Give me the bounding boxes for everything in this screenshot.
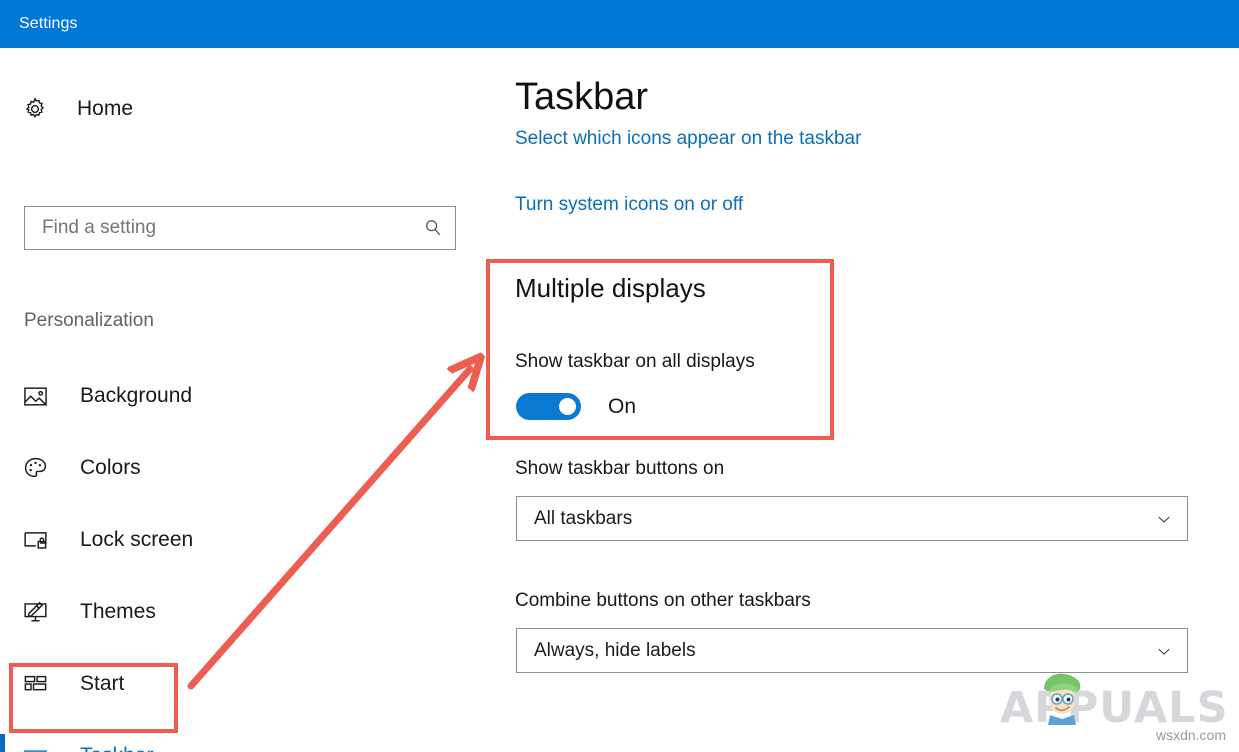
monitor-brush-icon bbox=[22, 597, 56, 627]
gear-icon bbox=[20, 94, 50, 124]
sidebar-item-start[interactable]: Start bbox=[0, 648, 460, 720]
sidebar-item-themes[interactable]: Themes bbox=[0, 576, 460, 648]
sidebar-item-colors-label: Colors bbox=[80, 456, 141, 479]
show-taskbar-all-displays-row: On bbox=[516, 393, 636, 420]
toggle-state-label: On bbox=[608, 394, 637, 418]
label-show-taskbar-all-displays: Show taskbar on all displays bbox=[515, 351, 755, 372]
sidebar-item-background[interactable]: Background bbox=[0, 360, 460, 432]
sidebar-item-start-label: Start bbox=[80, 672, 125, 695]
settings-content-pane: Taskbar Select which icons appear on the… bbox=[480, 48, 1239, 752]
search-input[interactable] bbox=[25, 207, 411, 249]
dropdown-combine-buttons[interactable]: Always, hide labels bbox=[516, 628, 1188, 673]
search-box[interactable] bbox=[24, 206, 456, 250]
picture-icon bbox=[22, 381, 56, 411]
navigation-sidebar: Home Personalization bbox=[0, 48, 480, 752]
sidebar-item-background-label: Background bbox=[80, 384, 193, 407]
link-select-icons[interactable]: Select which icons appear on the taskbar bbox=[515, 128, 861, 150]
sidebar-item-taskbar-label: Taskbar bbox=[80, 744, 154, 752]
link-system-icons[interactable]: Turn system icons on or off bbox=[515, 194, 743, 216]
selected-indicator-bar bbox=[0, 734, 5, 752]
sidebar-item-taskbar[interactable]: Taskbar bbox=[0, 720, 460, 752]
sidebar-item-home[interactable]: Home bbox=[0, 86, 460, 132]
chevron-down-icon[interactable] bbox=[1141, 497, 1187, 540]
toggle-knob bbox=[559, 398, 576, 415]
settings-window: Settings Home Personalization bbox=[0, 0, 1239, 752]
window-title: Settings bbox=[19, 15, 78, 32]
section-title-multiple-displays: Multiple displays bbox=[515, 273, 706, 303]
window-titlebar: Settings bbox=[0, 0, 1239, 48]
search-icon[interactable] bbox=[411, 207, 455, 249]
sidebar-group-header: Personalization bbox=[24, 310, 154, 331]
screen-lock-icon bbox=[22, 525, 56, 555]
dropdown-show-taskbar-buttons-on-value: All taskbars bbox=[534, 507, 633, 529]
start-tiles-icon bbox=[22, 669, 56, 699]
show-taskbar-all-displays-toggle[interactable] bbox=[516, 393, 581, 420]
sidebar-item-lock-screen-label: Lock screen bbox=[80, 528, 194, 551]
sidebar-nav-list: Background Colors Lock screen Themes Sta… bbox=[0, 360, 460, 752]
label-combine-buttons: Combine buttons on other taskbars bbox=[515, 590, 811, 611]
sidebar-item-home-label: Home bbox=[77, 97, 134, 120]
page-title: Taskbar bbox=[515, 76, 649, 122]
dropdown-combine-buttons-value: Always, hide labels bbox=[534, 639, 696, 661]
taskbar-icon bbox=[22, 741, 56, 752]
sidebar-item-themes-label: Themes bbox=[80, 600, 156, 623]
chevron-down-icon[interactable] bbox=[1141, 629, 1187, 672]
palette-icon bbox=[22, 453, 56, 483]
label-show-taskbar-buttons-on: Show taskbar buttons on bbox=[515, 458, 725, 479]
dropdown-show-taskbar-buttons-on[interactable]: All taskbars bbox=[516, 496, 1188, 541]
sidebar-item-lock-screen[interactable]: Lock screen bbox=[0, 504, 460, 576]
sidebar-item-colors[interactable]: Colors bbox=[0, 432, 460, 504]
